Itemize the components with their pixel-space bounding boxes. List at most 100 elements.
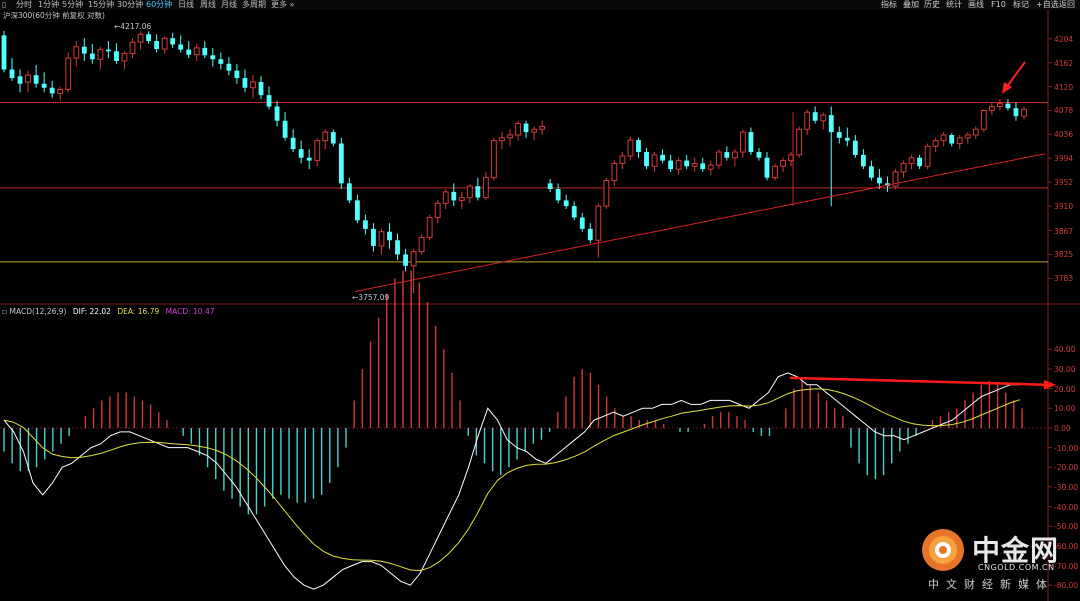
high-annotation: ←4217.06 — [114, 22, 152, 31]
price-tick-label: 4162 — [1054, 58, 1074, 68]
low-value: 3757.09 — [358, 293, 390, 302]
candle-body — [49, 87, 55, 94]
candle-body — [1021, 108, 1027, 117]
candle-body — [482, 177, 489, 199]
macd-tick-label: 30.00 — [1054, 364, 1076, 374]
candle-body — [258, 82, 264, 96]
candle-body — [314, 140, 321, 162]
candle-body — [739, 131, 746, 153]
candle-body — [451, 191, 457, 201]
macd-tick-label: 10.00 — [1054, 404, 1076, 414]
candle-body — [563, 200, 569, 207]
candle-body — [836, 132, 842, 138]
price-tick-label: 3994 — [1054, 154, 1074, 164]
price-tick-label: 3825 — [1054, 250, 1074, 260]
price-tick-label: 4204 — [1054, 34, 1074, 44]
candle-body — [57, 88, 64, 94]
candle-body — [691, 162, 698, 167]
candle-body — [796, 128, 803, 156]
candle-body — [772, 165, 778, 179]
candle-body — [226, 63, 232, 71]
candle-body — [940, 134, 947, 142]
candle-body — [611, 162, 618, 181]
price-tick-label: 3910 — [1054, 202, 1074, 212]
macd-tick-label: 0.00 — [1054, 423, 1071, 433]
price-tick-label: 4120 — [1054, 82, 1074, 92]
macd-tick-label: 40.00 — [1054, 345, 1076, 355]
candle-body — [660, 154, 665, 161]
candle-body — [210, 55, 216, 60]
macd-arrow-shaft — [789, 376, 1047, 386]
candle-body — [322, 131, 329, 142]
candle-body — [282, 120, 288, 138]
candle-body — [65, 57, 72, 90]
candle-body — [715, 151, 722, 166]
candle-body — [378, 231, 385, 247]
candle-body — [466, 185, 473, 199]
candle-body — [780, 160, 786, 167]
candle-body — [675, 160, 682, 170]
candle-body — [636, 140, 641, 153]
dea-line — [3, 388, 1021, 572]
macd-tick-label: -40.00 — [1054, 502, 1079, 512]
candle-body — [812, 112, 818, 121]
candle-body — [161, 37, 168, 50]
candle-body — [908, 157, 915, 164]
candle-body — [146, 34, 151, 42]
candle-body — [964, 134, 971, 139]
candle-body — [539, 125, 546, 130]
candle-body — [250, 81, 256, 89]
instrument-title: 沪深300(60分钟 前复权 对数) — [3, 11, 105, 20]
candle-body — [202, 47, 208, 56]
arrow-annotation-head — [1002, 82, 1012, 94]
low-annotation: ←3757.09 — [352, 293, 390, 302]
candle-body — [700, 163, 706, 170]
candle-body — [106, 49, 111, 52]
candle-body — [924, 145, 931, 167]
price-tick-label: 3952 — [1054, 178, 1074, 188]
arrow-annotation-shaft — [1005, 61, 1026, 89]
macd-menu-icon[interactable]: ▫ — [2, 307, 7, 316]
candle-body — [820, 114, 827, 122]
candle-body — [587, 228, 593, 241]
price-tick-label: 4036 — [1054, 130, 1074, 140]
candle-body — [25, 74, 32, 83]
candle-body — [523, 123, 529, 133]
candle-body — [668, 160, 674, 170]
candle-body — [491, 140, 497, 179]
candle-body — [988, 106, 995, 111]
dif-line — [3, 372, 1020, 590]
candle-body — [764, 157, 770, 178]
candle-body — [507, 134, 513, 139]
candle-body — [410, 251, 417, 267]
candle-body — [555, 189, 561, 201]
candle-body — [547, 183, 553, 190]
candle-body — [363, 220, 368, 229]
candle-body — [186, 49, 192, 55]
candle-body — [387, 231, 392, 241]
candle-body — [298, 149, 304, 158]
candle-body — [89, 53, 95, 60]
candle-body — [579, 217, 585, 229]
candle-body — [137, 33, 144, 43]
candle-body — [949, 134, 955, 144]
candle-body — [178, 44, 184, 50]
candle-body — [9, 69, 15, 79]
candle-body — [306, 157, 312, 161]
dea-label: DEA: 16.79 — [117, 307, 160, 316]
candle-body — [475, 186, 481, 198]
macd-label: MACD(12,26,9) — [9, 307, 67, 316]
candle-body — [844, 137, 850, 141]
candle-body — [603, 179, 610, 207]
candle-body — [651, 154, 658, 167]
candle-body — [97, 49, 104, 60]
candle-body — [458, 197, 465, 201]
candle-body — [756, 152, 762, 158]
dif-label: DIF: 22.02 — [72, 307, 111, 316]
candle-body — [619, 155, 626, 164]
macd-tick-label: -20.00 — [1054, 463, 1079, 473]
candle-body — [218, 59, 224, 64]
candle-body — [371, 228, 376, 246]
macd-tick-label: -30.00 — [1054, 482, 1079, 492]
macd-tick-label: 20.00 — [1054, 384, 1076, 394]
